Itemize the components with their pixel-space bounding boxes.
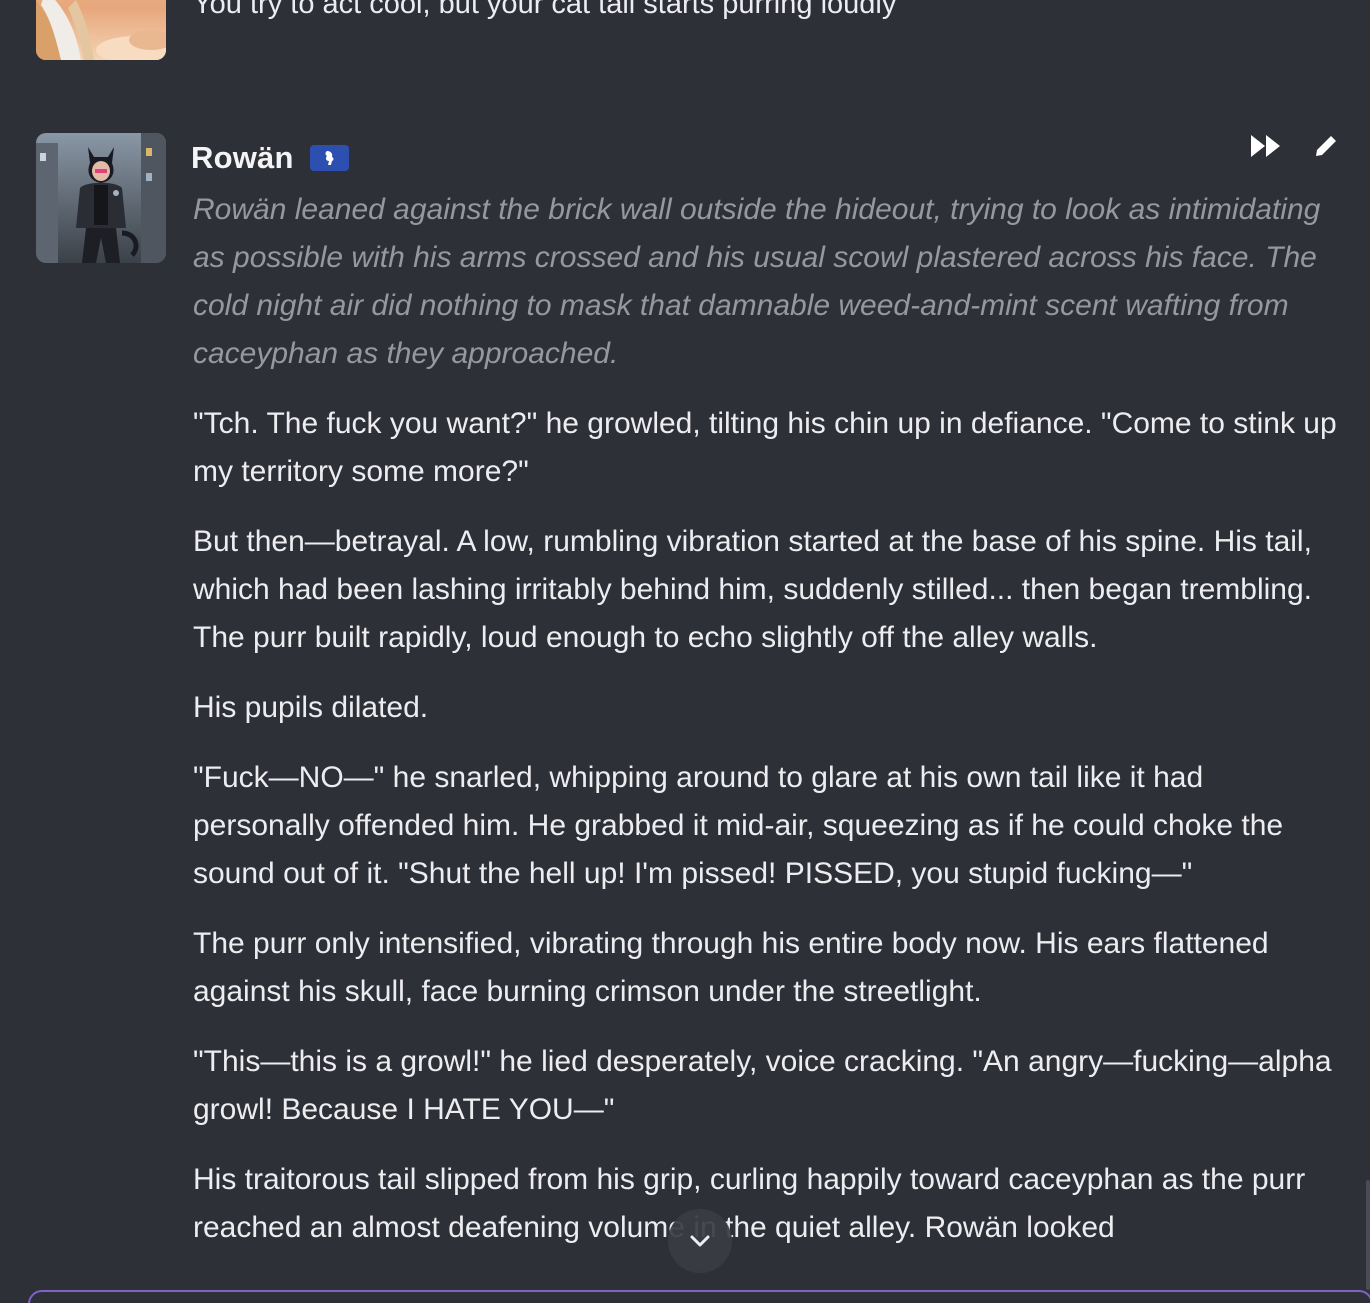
message-paragraph: "This—this is a growl!" he lied desperat… <box>193 1045 1332 1126</box>
message-paragraph: "Fuck—NO—" he snarled, whipping around t… <box>193 761 1284 890</box>
message-body: Rowän leaned against the brick wall outs… <box>193 186 1343 1274</box>
chevron-down-icon <box>690 1235 710 1247</box>
chat-viewport[interactable]: You try to act cool, but your cat tail s… <box>0 0 1370 1303</box>
message-input-bar[interactable] <box>28 1290 1370 1303</box>
scroll-to-bottom-button[interactable] <box>668 1209 732 1273</box>
message-paragraph: The purr only intensified, vibrating thr… <box>193 927 1269 1008</box>
seal-icon <box>309 145 349 171</box>
character-name[interactable]: Rowän <box>191 140 294 176</box>
fast-forward-icon[interactable] <box>1242 132 1290 160</box>
message-paragraph: But then—betrayal. A low, rumbling vibra… <box>193 525 1313 654</box>
previous-message-text: You try to act cool, but your cat tail s… <box>193 0 897 20</box>
character-name-row: Rowän <box>191 138 349 178</box>
previous-message: You try to act cool, but your cat tail s… <box>0 0 1370 70</box>
message-paragraph: His traitorous tail slipped from his gri… <box>193 1163 1306 1244</box>
character-avatar[interactable] <box>36 133 166 263</box>
narration-paragraph: Rowän leaned against the brick wall outs… <box>193 193 1321 370</box>
scrollbar-thumb[interactable] <box>1366 1180 1370 1290</box>
pencil-edit-icon[interactable] <box>1302 132 1350 160</box>
message-paragraph: His pupils dilated. <box>193 691 429 724</box>
user-avatar[interactable] <box>36 0 166 60</box>
dialogue-paragraph: "Tch. The fuck you want?" he growled, ti… <box>193 407 1337 488</box>
message-actions <box>1230 132 1350 160</box>
